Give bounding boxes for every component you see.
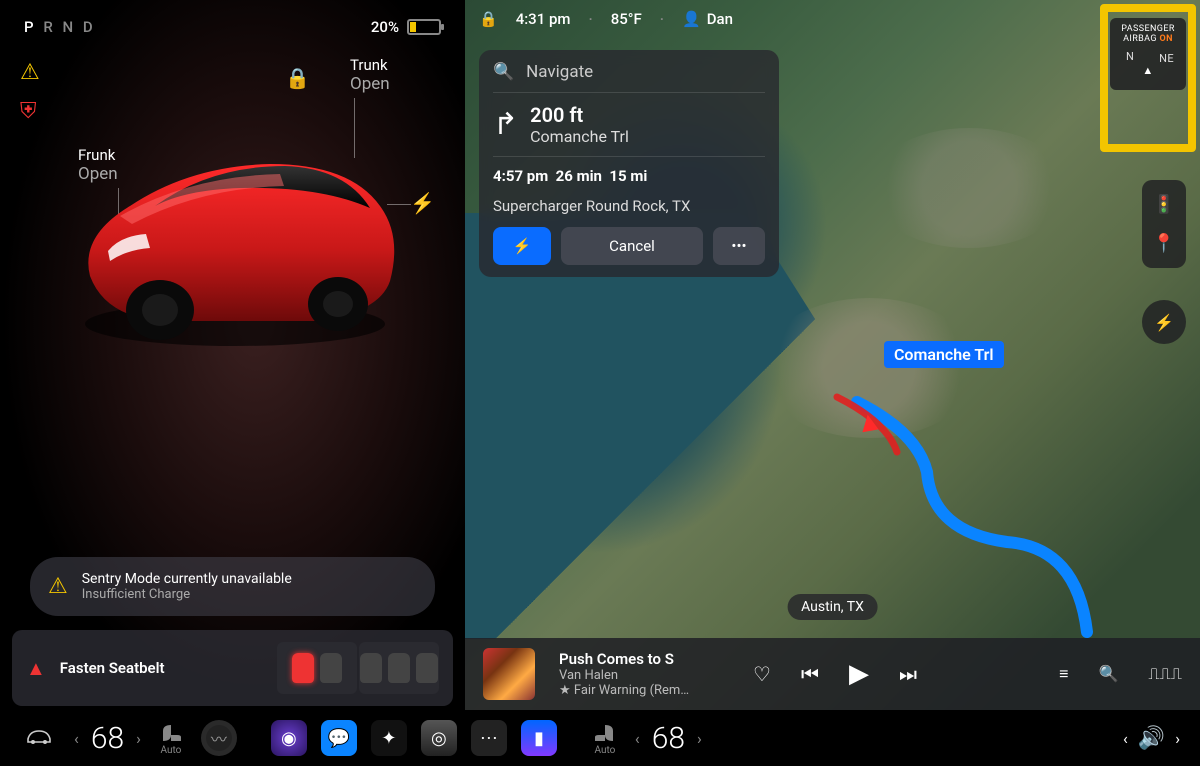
person-icon: 👤 — [682, 10, 701, 28]
map-toolbar: 🚦 📍 — [1142, 180, 1186, 268]
map-pin-icon[interactable]: 📍 — [1153, 233, 1175, 254]
lock-status-icon[interactable]: 🔒 — [479, 10, 498, 28]
supercharger-icon: ⚡ — [513, 237, 532, 255]
turn-arrow-icon: ↱ — [493, 107, 518, 142]
gear-r: R — [43, 18, 52, 36]
play-button[interactable]: ▶ — [849, 659, 869, 689]
current-location-marker: ▲ — [852, 403, 885, 440]
screenshot-highlight — [1100, 4, 1196, 152]
clock: 4:31 pm — [516, 10, 571, 28]
next-track-button[interactable]: ⏭ — [899, 662, 917, 686]
outside-temp: 85°F — [611, 10, 642, 28]
vehicle-panel: P R N D 20% ⚠ ⛨ 🔒 Trunk Open — [0, 0, 465, 710]
warning-triangle-icon: ⚠ — [48, 574, 68, 599]
battery-status[interactable]: 20% — [371, 18, 441, 36]
queue-button[interactable]: ≡ — [1059, 664, 1068, 684]
driver-profile[interactable]: 👤 Dan — [682, 10, 733, 28]
map-city-label: Austin, TX — [787, 594, 878, 620]
eta-summary: 4:57 pm 26 min 15 mi — [493, 167, 765, 185]
seat-occupancy-diagram — [277, 642, 439, 694]
track-info[interactable]: Push Comes to S Van Halen ★ Fair Warning… — [559, 650, 689, 698]
gear-selector: P R N D — [24, 18, 99, 36]
map-road-label: Comanche Trl — [884, 341, 1004, 368]
map-panel[interactable]: ▲ Comanche Trl Austin, TX 🔒 4:31 pm · 85… — [465, 0, 1200, 710]
alert-triangle-icon: ▲ — [26, 656, 46, 681]
trunk-control[interactable]: Trunk Open — [350, 56, 390, 94]
battery-percent: 20% — [371, 18, 399, 36]
gear-d: D — [83, 18, 93, 36]
next-turn: ↱ 200 ft Comanche Trl — [493, 103, 765, 146]
seatbelt-alert[interactable]: ▲ Fasten Seatbelt — [12, 630, 453, 706]
favorite-button[interactable]: ♡ — [753, 662, 771, 686]
app-all-apps[interactable]: ⋯ — [471, 720, 507, 756]
temp-down-icon[interactable]: ‹ — [74, 729, 79, 748]
volume-down-icon[interactable]: ‹ — [1123, 729, 1128, 748]
defrost-button[interactable]: 〰 — [201, 720, 237, 756]
temp-down-icon[interactable]: ‹ — [635, 729, 640, 748]
bottom-dock: ‹ 68 › Auto 〰 ◉ 💬 ✦ ◎ ⋯ ▮ Auto ‹ 68 › ‹ … — [0, 710, 1200, 766]
nav-more-button[interactable]: ••• — [713, 227, 765, 265]
vehicle-render — [60, 116, 410, 356]
bolt-icon: ⚡ — [1154, 313, 1174, 332]
nav-search[interactable]: 🔍 Navigate — [493, 62, 765, 82]
album-art[interactable] — [483, 648, 535, 700]
temp-up-icon[interactable]: › — [697, 729, 702, 748]
charge-port-icon[interactable]: ⚡ — [410, 191, 435, 215]
volume-control[interactable]: ‹ 🔊 › — [1123, 726, 1180, 751]
driver-temp-control[interactable]: ‹ 68 › — [74, 721, 141, 756]
app-tidal[interactable]: ✦ — [371, 720, 407, 756]
app-messages[interactable]: 💬 — [321, 720, 357, 756]
traffic-light-icon[interactable]: 🚦 — [1153, 194, 1175, 215]
previous-track-button[interactable]: ⏮ — [801, 662, 819, 686]
media-player: Push Comes to S Van Halen ★ Fair Warning… — [465, 638, 1200, 710]
app-tray: ◉ 💬 ✦ ◎ ⋯ ▮ — [271, 720, 557, 756]
temp-up-icon[interactable]: › — [136, 729, 141, 748]
media-search-button[interactable]: 🔍 — [1098, 664, 1118, 684]
supercharger-button[interactable]: ⚡ — [493, 227, 551, 265]
volume-up-icon[interactable]: › — [1175, 729, 1180, 748]
charger-map-button[interactable]: ⚡ — [1142, 300, 1186, 344]
app-camera[interactable]: ◎ — [421, 720, 457, 756]
navigation-card: 🔍 Navigate ↱ 200 ft Comanche Trl 4:57 pm… — [479, 50, 779, 277]
car-controls-icon[interactable] — [20, 725, 58, 751]
passenger-seat-heat[interactable]: Auto — [591, 721, 619, 756]
route-polyline — [877, 412, 1137, 612]
lock-icon[interactable]: 🔒 — [285, 66, 310, 90]
driver-seat-heat[interactable]: Auto — [157, 721, 185, 756]
sentry-warning[interactable]: ⚠ Sentry Mode currently unavailable Insu… — [30, 557, 435, 616]
status-bar: 🔒 4:31 pm · 85°F · 👤 Dan — [479, 10, 733, 28]
cancel-nav-button[interactable]: Cancel — [561, 227, 703, 265]
battery-icon — [407, 19, 441, 35]
gear-p: P — [24, 18, 34, 36]
speaker-icon: 🔊 — [1138, 726, 1165, 751]
equalizer-button[interactable]: ⎍⎍⎍ — [1148, 664, 1182, 684]
destination-name: Supercharger Round Rock, TX — [493, 197, 765, 215]
passenger-temp-control[interactable]: ‹ 68 › — [635, 721, 702, 756]
search-icon: 🔍 — [493, 62, 514, 82]
app-music[interactable]: ▮ — [521, 720, 557, 756]
gear-n: N — [63, 18, 74, 36]
app-dashcam[interactable]: ◉ — [271, 720, 307, 756]
